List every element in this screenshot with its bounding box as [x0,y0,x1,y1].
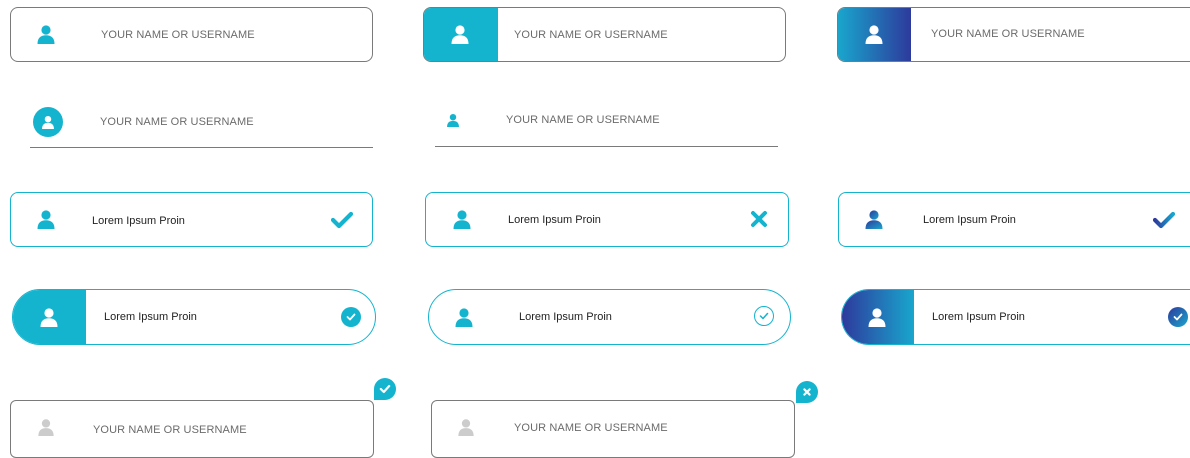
username-placeholder: YOUR NAME OR USERNAME [931,28,1085,40]
username-placeholder: YOUR NAME OR USERNAME [93,424,247,436]
user-icon [864,209,884,229]
username-field-disabled[interactable]: YOUR NAME OR USERNAME [10,400,374,458]
check-icon [1153,211,1175,229]
user-icon [37,418,55,436]
check-badge [341,307,361,327]
username-placeholder: YOUR NAME OR USERNAME [514,29,668,41]
user-icon [450,24,470,44]
username-field-error[interactable]: YOUR NAME OR USERNAME [431,400,795,458]
username-field-underlined-circle[interactable]: YOUR NAME OR USERNAME [30,100,373,148]
username-field-outlined[interactable]: YOUR NAME OR USERNAME [10,7,373,62]
check-badge [754,306,774,326]
user-icon [41,115,55,129]
close-icon [803,388,811,396]
user-icon [446,113,460,127]
name-value: Lorem Ipsum Proin [508,214,601,226]
valid-badge [374,378,396,400]
name-value: Lorem Ipsum Proin [932,311,1025,323]
name-field-pill-outlined[interactable]: Lorem Ipsum Proin [428,289,791,345]
user-icon [36,209,56,229]
username-placeholder: YOUR NAME OR USERNAME [101,29,255,41]
check-icon [331,211,353,229]
username-placeholder: YOUR NAME OR USERNAME [506,114,660,126]
user-icon [452,209,472,229]
name-field-pill-accent[interactable]: Lorem Ipsum Proin [12,289,376,345]
name-field-pill-gradient[interactable]: Lorem Ipsum Proin [841,289,1190,345]
check-icon [379,384,391,394]
name-value: Lorem Ipsum Proin [104,311,197,323]
username-field-gradient-block[interactable]: YOUR NAME OR USERNAME [837,7,1190,62]
username-field-underlined[interactable]: YOUR NAME OR USERNAME [435,100,778,147]
user-icon [36,24,56,44]
close-icon[interactable] [750,210,768,228]
username-field-accent-block[interactable]: YOUR NAME OR USERNAME [423,7,786,62]
check-badge [1168,307,1188,327]
username-placeholder: YOUR NAME OR USERNAME [100,116,254,128]
name-field-valid[interactable]: Lorem Ipsum Proin [10,192,373,247]
name-field-invalid[interactable]: Lorem Ipsum Proin [425,192,789,247]
name-value: Lorem Ipsum Proin [92,215,185,227]
name-value: Lorem Ipsum Proin [923,214,1016,226]
check-icon [1173,313,1183,321]
user-icon [867,307,887,327]
username-placeholder: YOUR NAME OR USERNAME [514,422,668,434]
check-icon [759,312,769,320]
error-badge [796,381,818,403]
user-icon [457,418,475,436]
user-icon [454,307,474,327]
name-value: Lorem Ipsum Proin [519,311,612,323]
user-icon [864,24,884,44]
name-field-valid-gradient[interactable]: Lorem Ipsum Proin [838,192,1190,247]
user-icon [39,307,59,327]
check-icon [346,313,356,321]
